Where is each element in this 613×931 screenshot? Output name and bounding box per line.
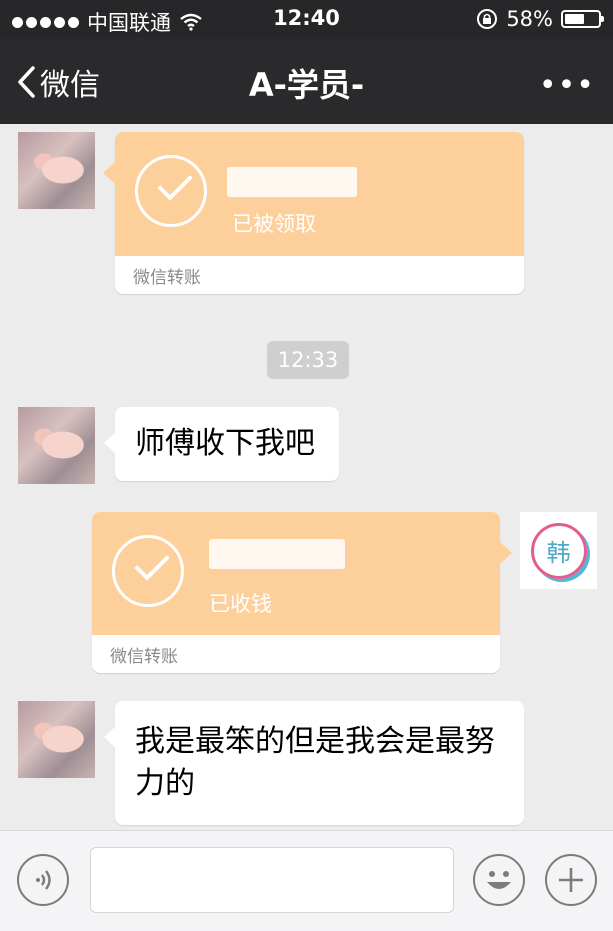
voice-button[interactable] <box>17 854 69 906</box>
check-circle-icon <box>112 535 184 607</box>
amount-redacted <box>209 539 345 569</box>
amount-redacted <box>227 167 357 197</box>
battery-icon <box>561 10 604 28</box>
battery-percent: 58% <box>506 7 553 31</box>
transfer-card-1[interactable]: 已被领取 微信转账 <box>103 132 524 294</box>
emoji-button[interactable] <box>473 854 525 906</box>
check-circle-icon <box>135 155 207 227</box>
transfer-status: 已收钱 <box>209 592 272 616</box>
message-bubble[interactable]: 我是最笨的但是我会是最努力的 <box>104 701 524 825</box>
more-button[interactable]: ••• <box>539 68 595 103</box>
avatar-badge: 韩 <box>530 522 587 579</box>
timestamp: 12:33 <box>267 341 349 379</box>
voice-icon <box>36 870 51 890</box>
avatar-contact[interactable] <box>18 132 95 209</box>
transfer-status: 已被领取 <box>232 212 316 236</box>
rotation-lock-icon <box>477 9 498 29</box>
message-bubble[interactable]: 师傅收下我吧 <box>104 407 339 481</box>
plus-icon <box>559 868 583 892</box>
transfer-card-2[interactable]: 已收钱 微信转账 <box>92 512 512 673</box>
chat-title: A-学员- <box>248 66 365 104</box>
avatar-contact[interactable] <box>18 407 95 484</box>
avatar-contact[interactable] <box>18 701 95 778</box>
emoji-icon <box>487 871 511 889</box>
battery-fill <box>565 14 584 24</box>
plus-button[interactable] <box>545 854 597 906</box>
status-bar: 中国联通 12:40 58% <box>0 0 613 38</box>
avatar-self[interactable]: 韩 <box>520 512 597 589</box>
transfer-footer: 微信转账 <box>133 267 201 288</box>
transfer-footer: 微信转账 <box>110 646 178 667</box>
nav-bar: 微信 A-学员- ••• <box>0 38 613 124</box>
message-input[interactable] <box>90 847 454 913</box>
input-bar <box>0 830 613 931</box>
